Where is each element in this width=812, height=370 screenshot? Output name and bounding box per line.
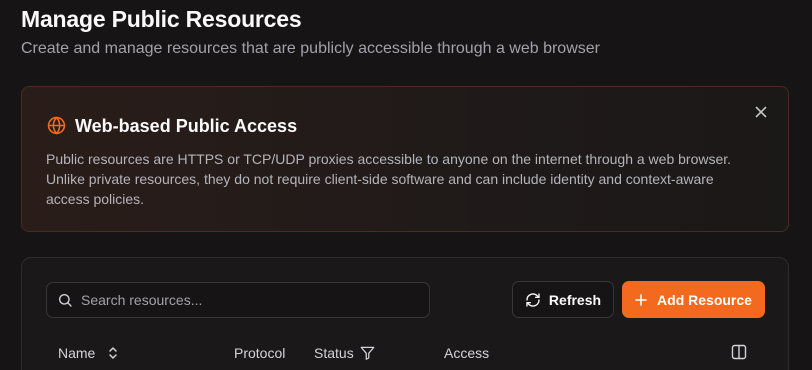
column-status-label: Status: [314, 345, 354, 361]
refresh-button[interactable]: Refresh: [512, 281, 614, 318]
column-header-access: Access: [444, 345, 489, 361]
filter-icon[interactable]: [360, 346, 375, 360]
search-input[interactable]: [81, 292, 401, 308]
page-subtitle: Create and manage resources that are pub…: [21, 40, 600, 57]
column-header-name[interactable]: Name: [58, 345, 119, 361]
column-header-status: Status: [314, 345, 375, 361]
search-box: [46, 282, 430, 318]
sort-icon[interactable]: [107, 346, 119, 360]
column-name-label: Name: [58, 345, 96, 361]
info-banner: Web-based Public Access Public resources…: [21, 86, 789, 232]
refresh-label: Refresh: [548, 291, 602, 308]
column-protocol-label: Protocol: [234, 345, 286, 361]
add-resource-label: Add Resource: [657, 291, 752, 308]
page: Manage Public Resources Create and manag…: [0, 0, 812, 370]
globe-icon: [47, 116, 66, 135]
plus-icon: [635, 293, 647, 306]
info-banner-title: Web-based Public Access: [75, 116, 298, 136]
refresh-icon: [525, 292, 541, 308]
search-icon: [57, 292, 73, 308]
columns-toggle-icon[interactable]: [731, 344, 747, 360]
resources-table-card: Refresh Add Resource Name Protocol: [21, 257, 789, 370]
page-title: Manage Public Resources: [21, 6, 302, 32]
close-icon[interactable]: [752, 103, 770, 121]
column-access-label: Access: [444, 345, 490, 361]
add-resource-button[interactable]: Add Resource: [622, 281, 765, 318]
info-banner-text: Public resources are HTTPS or TCP/UDP pr…: [46, 151, 732, 207]
column-header-protocol: Protocol: [234, 345, 285, 361]
